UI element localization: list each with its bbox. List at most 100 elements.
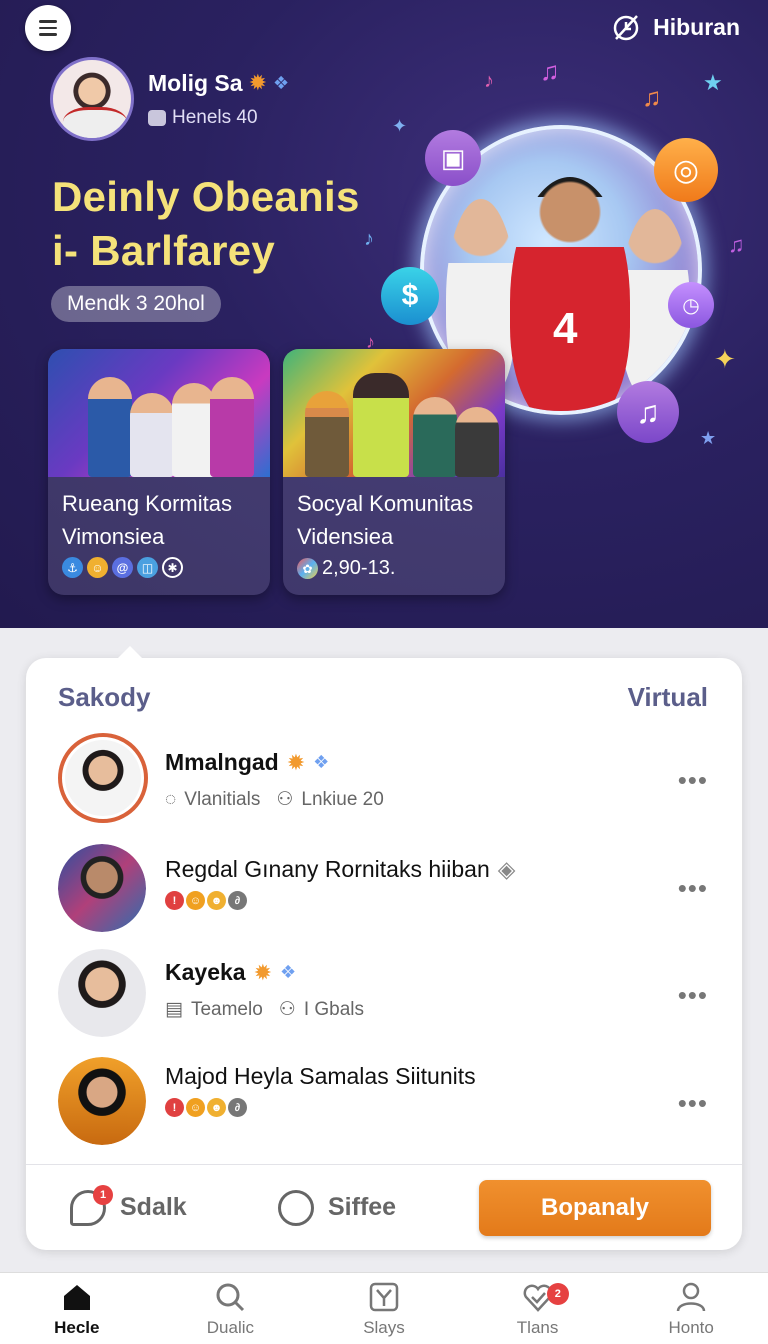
card-image — [283, 349, 505, 477]
member-detail: I Gbals — [303, 998, 365, 1020]
smile-chat-icon — [278, 1189, 314, 1226]
chat-icon: ◌ — [165, 788, 177, 810]
user-icon: ⚇ — [278, 999, 296, 1020]
music-note-icon: ♪ — [364, 228, 374, 250]
card-title: Vimonsiea — [62, 524, 165, 549]
community-card[interactable]: Socyal Komunitas Vidensiea ✿ 2,90-13. — [283, 349, 505, 595]
card-count: 2,90-13. — [322, 557, 396, 579]
nav-item-profile[interactable]: Honto — [614, 1273, 768, 1344]
profile-name: Molig Sa — [148, 69, 243, 96]
panel-tab-right[interactable]: Virtual — [628, 682, 708, 713]
panel-tab-left[interactable]: Sakody — [58, 682, 151, 713]
headline-line2: i- Barlfarey — [52, 227, 276, 274]
more-options-icon[interactable]: ••• — [678, 980, 708, 1011]
member-name: Mmalngad — [165, 749, 279, 775]
timer-off-icon — [613, 15, 639, 41]
notification-badge: 2 — [546, 1283, 569, 1305]
avatar[interactable] — [58, 733, 148, 823]
sun-badge-icon: ✹ — [248, 70, 267, 95]
list-item[interactable]: Majod Heyla Samalas Siitunits ! ☺ ☻ ∂ ••… — [26, 1051, 742, 1155]
member-name: Kayeka — [165, 959, 246, 985]
drop-badge-icon: ❖ — [273, 72, 290, 93]
reaction-icons: ! ☺ ☻ ∂ — [165, 891, 515, 910]
jersey-number: 4 — [553, 304, 578, 353]
list-item[interactable]: Mmalngad ✹ ❖ ◌ Vlanitials ⚇ Lnkiue 20 ••… — [26, 728, 742, 832]
emoji-icon: ☺ — [186, 891, 205, 910]
emoji-icon: ☺ — [87, 557, 108, 578]
nav-item-plans[interactable]: 2 Tlans — [461, 1273, 615, 1344]
music-note-icon: ♫ — [540, 56, 560, 86]
emoji-icon: ☺ — [186, 1098, 205, 1117]
card-title: Rueang Kormitas — [62, 491, 232, 516]
star-icon: ★ — [700, 428, 717, 448]
panel-actions: 1 Sdalk Siffee Bopanaly — [26, 1164, 742, 1250]
hero-banner: Hiburan Molig Sa ✹ ❖ Henels 40 Deinly Ob… — [0, 0, 768, 628]
nav-label: Hecle — [54, 1317, 100, 1337]
menu-button[interactable] — [25, 5, 71, 51]
box-icon — [148, 109, 166, 126]
profile-header[interactable]: Molig Sa ✹ ❖ Henels 40 — [50, 57, 289, 141]
date-pill[interactable]: Mendk 3 20hol — [51, 286, 221, 322]
music-note-icon: ♫ — [642, 82, 662, 112]
sticker-icon: ✿ — [297, 558, 318, 579]
card-title: Vidensiea — [297, 524, 394, 549]
nav-label: Slays — [363, 1317, 405, 1337]
cup-icon: ◫ — [137, 557, 158, 578]
at-icon: @ — [112, 557, 133, 578]
profile-subtitle: Henels 40 — [172, 106, 258, 128]
nav-label: Dualic — [206, 1317, 255, 1337]
message-button[interactable]: Siffee — [278, 1189, 396, 1226]
card-meta: ✿ 2,90-13. — [283, 553, 505, 584]
category-link[interactable]: Hiburan — [611, 12, 740, 42]
nav-item-search[interactable]: Dualic — [154, 1273, 308, 1344]
reaction-icons: ! ☺ ☻ ∂ — [165, 1098, 476, 1117]
drop-badge-icon: ❖ — [280, 962, 297, 982]
avatar[interactable] — [50, 57, 134, 141]
more-options-icon[interactable]: ••• — [678, 765, 708, 796]
alert-icon: ! — [165, 1098, 184, 1117]
user-icon — [676, 1282, 706, 1311]
card-image — [48, 349, 270, 477]
nav-label: Tlans — [516, 1317, 559, 1337]
list-item[interactable]: Kayeka ✹ ❖ ▤ Teamelo ⚇ I Gbals ••• — [26, 943, 742, 1047]
sun-badge-icon: ✹ — [253, 959, 273, 985]
dollar-icon[interactable]: $ — [381, 267, 439, 325]
person-figure — [510, 177, 630, 411]
music-note-icon: ♫ — [728, 232, 745, 257]
member-detail: Lnkiue 20 — [301, 788, 384, 810]
clock-icon[interactable]: ◷ — [668, 282, 714, 328]
alert-icon: ! — [165, 891, 184, 910]
headline-line1: Deinly Obeanis — [52, 173, 360, 220]
more-options-icon[interactable]: ••• — [678, 1088, 708, 1119]
notification-badge: 1 — [93, 1184, 113, 1205]
member-detail: Vlanitials — [184, 788, 261, 810]
panel-pointer — [116, 646, 144, 660]
nav-label: Honto — [668, 1317, 714, 1337]
primary-action-button[interactable]: Bopanaly — [479, 1180, 711, 1236]
music-icon[interactable]: ♫ — [617, 381, 679, 443]
calendar-icon[interactable]: ▣ — [425, 130, 481, 186]
community-card[interactable]: Rueang Kormitas Vimonsiea ⚓ ☺ @ ◫ ✱ — [48, 349, 270, 595]
sparkle-icon: ✦ — [714, 344, 736, 374]
star-icon: ✦ — [392, 116, 408, 136]
avatar[interactable] — [58, 949, 146, 1037]
hero-headline: Deinly Obeanis i- Barlfarey — [52, 170, 360, 278]
hamburger-icon — [39, 18, 57, 38]
tag-icon: ◈ — [497, 856, 516, 882]
home-icon — [63, 1284, 90, 1310]
category-label: Hiburan — [653, 13, 740, 40]
chat-button[interactable]: 1 Sdalk — [70, 1184, 187, 1226]
nav-item-home[interactable]: Hecle — [0, 1273, 154, 1344]
list-item[interactable]: Regdal Gınany Rornitaks hiiban ◈ ! ☺ ☻ ∂… — [26, 836, 742, 940]
nav-item-plays[interactable]: Slays — [307, 1273, 461, 1344]
alarm-icon[interactable]: ◎ — [654, 138, 718, 202]
group-name: Regdal Gınany Rornitaks hiiban — [165, 856, 490, 882]
card-title: Socyal Komunitas — [297, 491, 474, 516]
emoji-icon: ☻ — [207, 1098, 226, 1117]
gear-icon: ✱ — [162, 557, 183, 578]
avatar[interactable] — [58, 844, 146, 932]
avatar[interactable] — [58, 1057, 146, 1145]
more-options-icon[interactable]: ••• — [678, 873, 708, 904]
community-panel: Sakody Virtual Mmalngad ✹ ❖ ◌ Vlanitials… — [26, 646, 742, 1250]
box-icon: ▤ — [165, 999, 183, 1020]
